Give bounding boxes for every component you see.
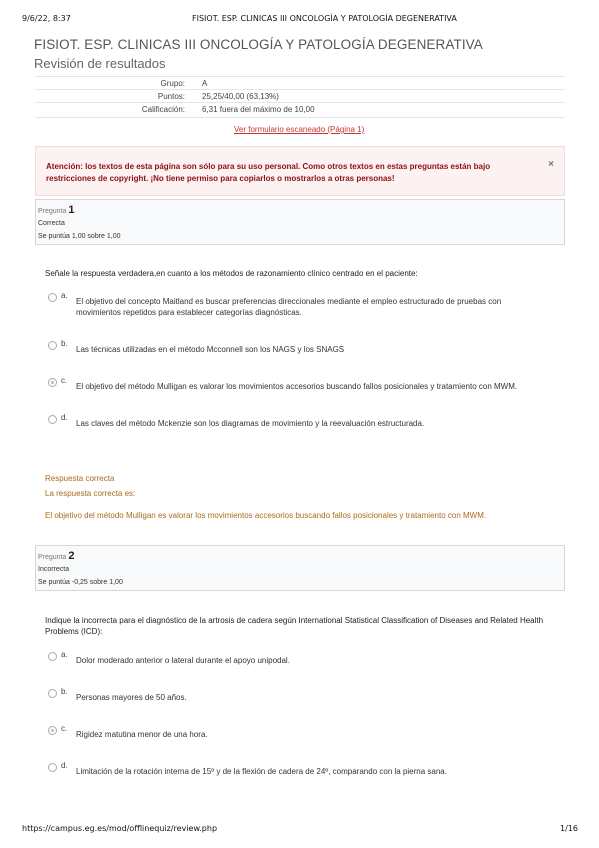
print-page-number: 1/16 [560, 824, 578, 833]
option-text: Dolor moderado anterior o lateral durant… [76, 656, 290, 665]
question-state: Correcta [38, 220, 65, 227]
page-subtitle: Revisión de resultados [34, 56, 166, 71]
radio-button[interactable] [48, 293, 57, 302]
question-number: 2 [68, 550, 75, 562]
radio-button[interactable] [48, 689, 57, 698]
option-2d[interactable]: d. Limitación de la rotación interna de … [48, 761, 538, 786]
print-doc-title: FISIOT. ESP. CLINICAS III ONCOLOGÍA Y PA… [192, 14, 457, 23]
radio-button[interactable] [48, 763, 57, 772]
question-grade: Se puntúa 1,00 sobre 1,00 [38, 233, 121, 240]
option-text: Las claves del método Mckenzie son los d… [76, 419, 425, 428]
print-url: https://campus.eg.es/mod/offlinequiz/rev… [22, 824, 218, 833]
summary-value: A [202, 79, 208, 88]
radio-button[interactable] [48, 415, 57, 424]
summary-row-grade: Calificación: 6,31 fuera del máximo de 1… [35, 102, 565, 118]
option-text: Rigidez matutina menor de una hora. [76, 730, 208, 739]
option-text: Limitación de la rotación interna de 15º… [76, 767, 447, 776]
summary-value: 25,25/40,00 (63,13%) [202, 92, 279, 101]
option-text: Personas mayores de 50 años. [76, 693, 187, 702]
question-grade: Se puntúa -0,25 sobre 1,00 [38, 579, 123, 586]
option-1c[interactable]: c. El objetivo del método Mulligan es va… [48, 376, 538, 401]
feedback-answer: El objetivo del método Mulligan es valor… [45, 511, 487, 520]
option-text: El objetivo del concepto Maitland es bus… [76, 297, 502, 317]
option-1b[interactable]: b. Las técnicas utilizadas en el método … [48, 339, 538, 364]
radio-button[interactable] [48, 652, 57, 661]
summary-label: Grupo: [160, 79, 185, 88]
scan-form-link[interactable]: Ver formulario escaneado (Página 1) [234, 125, 364, 134]
feedback-title: Respuesta correcta [45, 474, 115, 483]
option-text: Las técnicas utilizadas en el método Mcc… [76, 345, 345, 354]
copyright-notice: Atención: los textos de esta página son … [35, 146, 565, 196]
radio-button[interactable] [48, 341, 57, 350]
question-state: Incorrecta [38, 566, 70, 573]
option-2a[interactable]: a. Dolor moderado anterior o lateral dur… [48, 650, 538, 675]
option-1a[interactable]: a. El objetivo del concepto Maitland es … [48, 291, 538, 317]
option-letter: d. [61, 413, 68, 422]
question-text-1: Señale la respuesta verdadera,en cuanto … [45, 269, 418, 278]
option-1d[interactable]: d. Las claves del método Mckenzie son lo… [48, 413, 538, 438]
option-letter: b. [61, 339, 68, 348]
summary-value: 6,31 fuera del máximo de 10,00 [202, 105, 315, 114]
option-2b[interactable]: b. Personas mayores de 50 años. [48, 687, 538, 712]
option-letter: a. [61, 291, 68, 300]
print-date: 9/6/22, 8:37 [22, 14, 71, 23]
question-info-1: Pregunta 1 Correcta Se puntúa 1,00 sobre … [35, 199, 565, 245]
option-letter: a. [61, 650, 68, 659]
question-label: Pregunta 1 [38, 204, 75, 216]
option-2c[interactable]: c. Rigidez matutina menor de una hora. [48, 724, 538, 749]
summary-label: Calificación: [141, 105, 185, 114]
question-label: Pregunta 2 [38, 550, 75, 562]
close-icon[interactable]: × [548, 159, 554, 170]
summary-label: Puntos: [157, 92, 185, 101]
option-letter: d. [61, 761, 68, 770]
question-text-2: Indique la incorrecta para el diagnóstic… [45, 616, 544, 636]
radio-button-selected[interactable] [48, 378, 57, 387]
notice-text: Atención: los textos de esta página son … [46, 162, 491, 183]
option-letter: c. [61, 724, 68, 733]
option-letter: b. [61, 687, 68, 696]
page-title: FISIOT. ESP. CLINICAS III ONCOLOGÍA Y PA… [34, 37, 483, 52]
option-letter: c. [61, 376, 68, 385]
option-text: El objetivo del método Mulligan es valor… [76, 382, 518, 391]
question-number: 1 [68, 204, 75, 216]
feedback-intro: La respuesta correcta es: [45, 489, 136, 498]
radio-button-selected[interactable] [48, 726, 57, 735]
question-info-2: Pregunta 2 Incorrecta Se puntúa -0,25 sob… [35, 545, 565, 591]
